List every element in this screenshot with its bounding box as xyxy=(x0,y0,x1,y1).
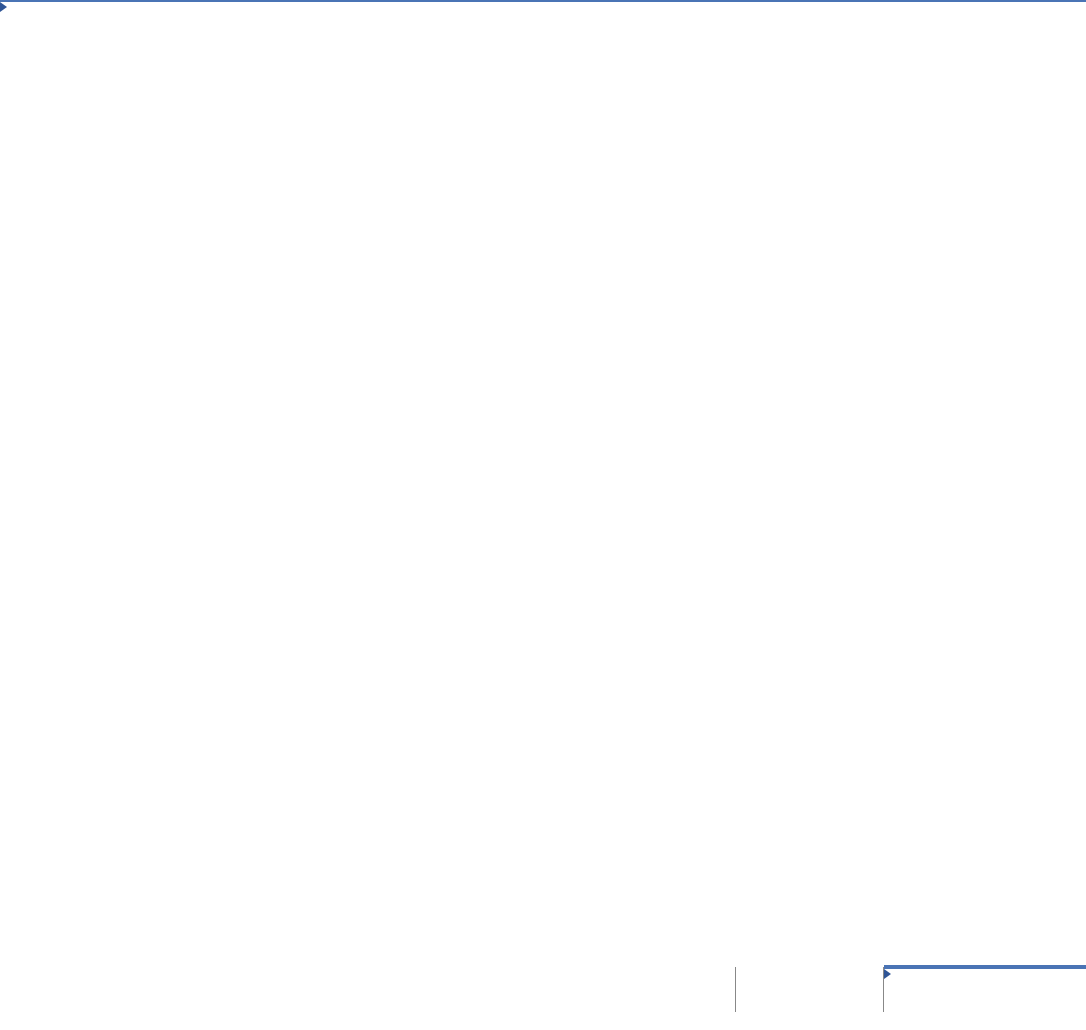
cash-flow-worksheet: Net cash flows from operating activities… xyxy=(0,0,1086,1013)
dropdown-icon xyxy=(0,2,7,12)
row-noncash-input xyxy=(0,967,1086,1013)
cell-mid xyxy=(735,967,883,1012)
noncash-amount-input[interactable] xyxy=(884,965,1086,1012)
dropdown-icon xyxy=(884,969,891,979)
noncash-label-input[interactable] xyxy=(0,0,1086,1030)
